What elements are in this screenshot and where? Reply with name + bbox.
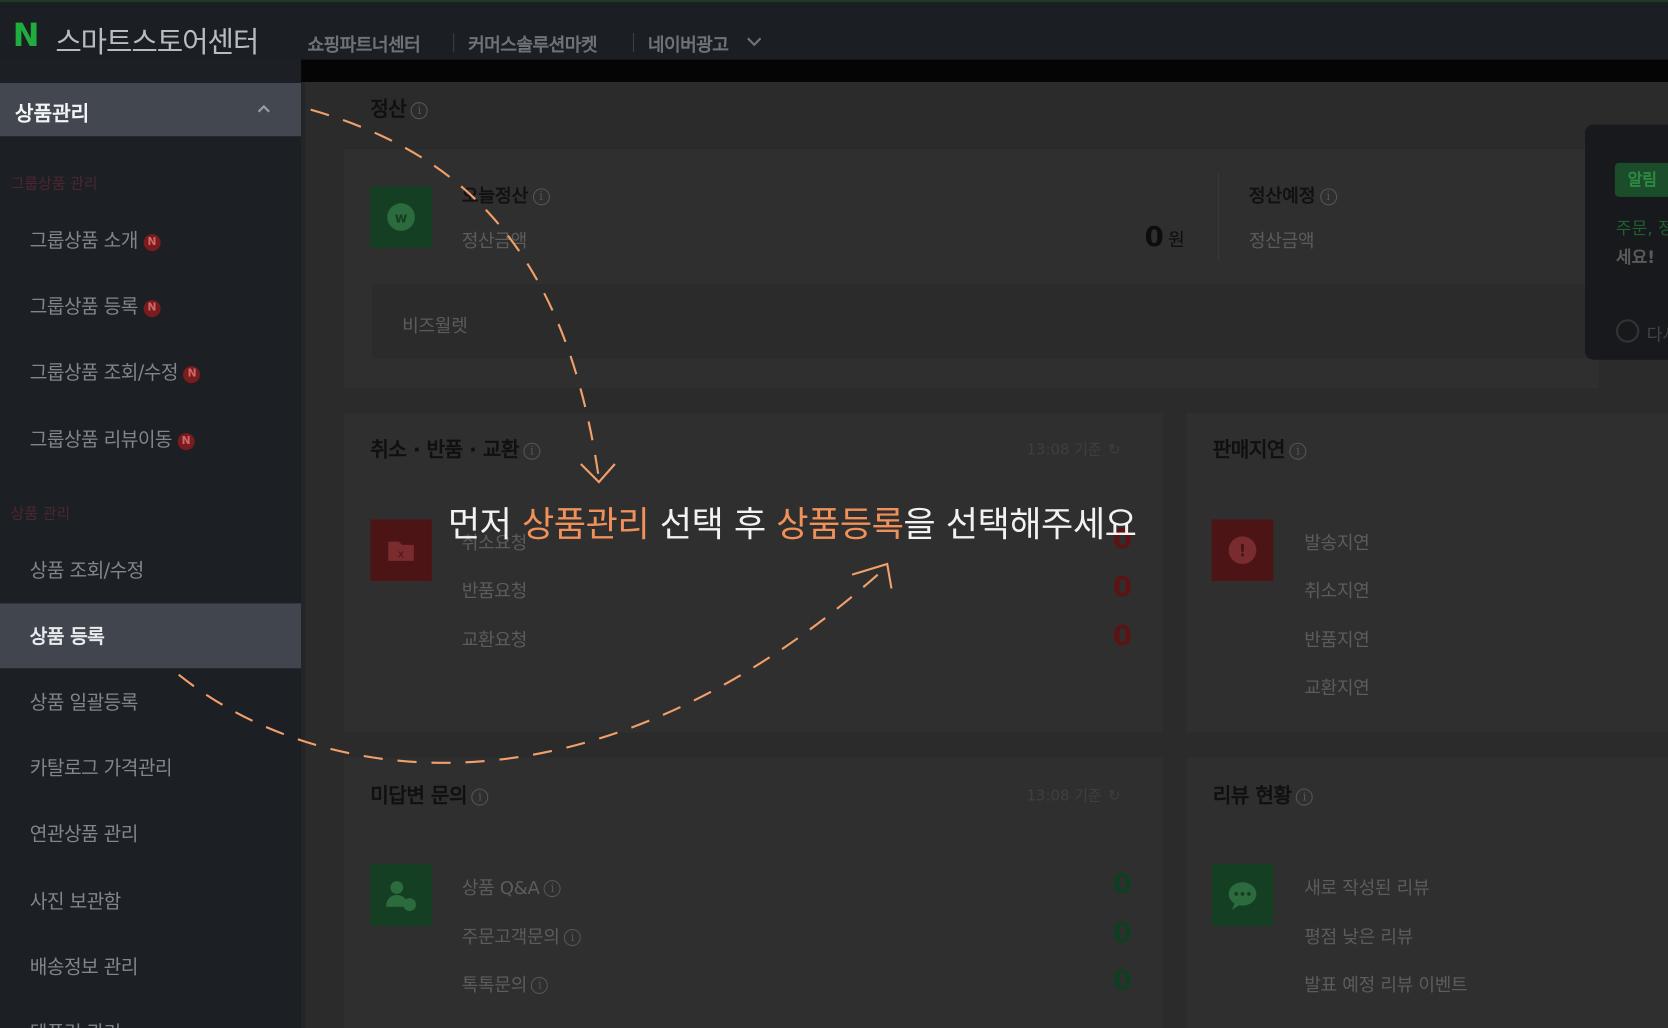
guide-instruction: 먼저 상품관리 선택 후 상품등록을 선택해주세요 (447, 503, 1137, 545)
guide-arrow-up-icon (178, 565, 888, 764)
arrowhead-icon (851, 562, 893, 589)
guide-arrow-down-icon (310, 108, 600, 480)
screen: N 스마트스토어센터 쇼핑파트너센터 커머스솔루션마켓 네이버광고 상품관리 그… (0, 0, 1668, 1028)
